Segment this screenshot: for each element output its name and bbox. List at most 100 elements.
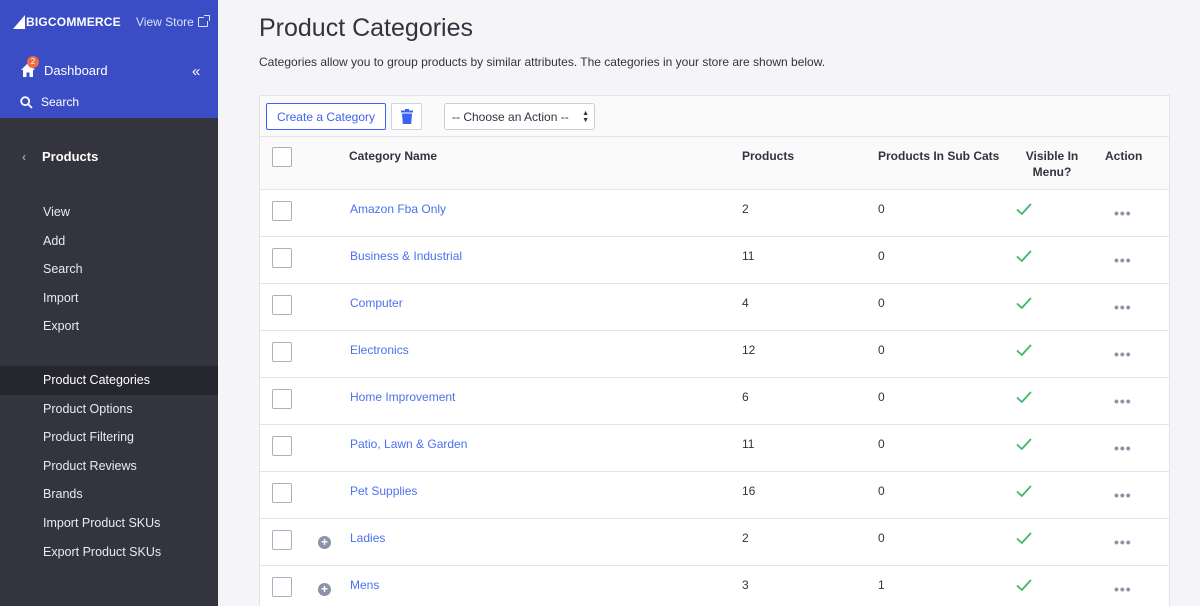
sidebar-sub-item[interactable]: Import xyxy=(0,284,218,313)
sub-cats-count: 0 xyxy=(878,531,885,545)
more-actions-icon[interactable]: ••• xyxy=(1114,393,1132,409)
sidebar-sec-item[interactable]: Product Filtering xyxy=(0,423,218,452)
more-actions-icon[interactable]: ••• xyxy=(1114,252,1132,268)
sidebar-sec-item[interactable]: Product Reviews xyxy=(0,452,218,481)
sidebar-item-search[interactable]: Search xyxy=(20,95,79,109)
products-secondary-menu: Product Categories Product Options Product… xyxy=(0,366,218,566)
more-actions-icon[interactable]: ••• xyxy=(1114,205,1132,221)
visible-check-icon[interactable] xyxy=(1016,438,1032,456)
category-name-link[interactable]: Home Improvement xyxy=(350,390,455,404)
visible-check-icon[interactable] xyxy=(1016,250,1032,268)
sidebar-sub-item[interactable]: View xyxy=(0,198,218,227)
header-products[interactable]: Products xyxy=(742,149,794,163)
category-name-link[interactable]: Computer xyxy=(350,296,403,310)
more-actions-icon[interactable]: ••• xyxy=(1114,299,1132,315)
table-toolbar: Create a Category -- Choose an Action --… xyxy=(260,96,1169,137)
chevron-left-icon: ‹ xyxy=(22,149,26,164)
products-count: 12 xyxy=(742,343,756,357)
header-category-name[interactable]: Category Name xyxy=(349,149,437,163)
sidebar-sub-item[interactable]: Export xyxy=(0,312,218,341)
page-description: Categories allow you to group products b… xyxy=(259,55,826,69)
products-sub-menu: View Add Search Import Export xyxy=(0,198,218,341)
categories-panel: Create a Category -- Choose an Action --… xyxy=(259,95,1170,606)
products-count: 16 xyxy=(742,484,756,498)
search-label: Search xyxy=(41,95,80,109)
row-checkbox[interactable] xyxy=(272,577,292,597)
view-store-link[interactable]: View Store xyxy=(136,15,210,29)
table-row: + Mens 3 1 ••• xyxy=(260,566,1169,606)
visible-check-icon[interactable] xyxy=(1016,203,1032,221)
visible-check-icon[interactable] xyxy=(1016,344,1032,362)
logo-mark-icon xyxy=(13,15,25,29)
delete-button[interactable] xyxy=(391,103,422,130)
sidebar-sub-item[interactable]: Add xyxy=(0,227,218,256)
category-name-link[interactable]: Patio, Lawn & Garden xyxy=(350,437,467,451)
notification-badge: 2 xyxy=(27,56,39,68)
visible-check-icon[interactable] xyxy=(1016,391,1032,409)
table-row: Amazon Fba Only 2 0 ••• xyxy=(260,190,1169,237)
more-actions-icon[interactable]: ••• xyxy=(1114,581,1132,597)
visible-check-icon[interactable] xyxy=(1016,485,1032,503)
table-body: Amazon Fba Only 2 0 ••• Business & Industria… xyxy=(260,190,1169,606)
sidebar-sec-item[interactable]: Import Product SKUs xyxy=(0,509,218,538)
row-checkbox[interactable] xyxy=(272,436,292,456)
row-checkbox[interactable] xyxy=(272,201,292,221)
header-visible-in-menu[interactable]: Visible In Menu? xyxy=(1020,148,1084,180)
home-icon: 2 xyxy=(20,56,39,78)
choose-action-select[interactable]: -- Choose an Action -- ▲ ▼ xyxy=(444,103,595,130)
trash-icon xyxy=(400,109,413,124)
category-name-link[interactable]: Ladies xyxy=(350,531,385,545)
sub-cats-count: 1 xyxy=(878,578,885,592)
sidebar: BIGCOMMERCE View Store 2 Dashboard « Sea… xyxy=(0,0,218,606)
header-products-in-sub-cats[interactable]: Products In Sub Cats xyxy=(878,149,999,163)
expand-plus-icon[interactable]: + xyxy=(318,583,331,596)
products-count: 6 xyxy=(742,390,749,404)
more-actions-icon[interactable]: ••• xyxy=(1114,346,1132,362)
row-checkbox[interactable] xyxy=(272,248,292,268)
category-name-link[interactable]: Electronics xyxy=(350,343,409,357)
sidebar-products-back[interactable]: ‹ Products xyxy=(22,149,98,164)
row-checkbox[interactable] xyxy=(272,295,292,315)
main-content: Product Categories Categories allow you … xyxy=(218,0,1200,606)
external-link-icon xyxy=(197,15,210,27)
category-name-link[interactable]: Business & Industrial xyxy=(350,249,462,263)
products-count: 11 xyxy=(742,249,755,263)
products-count: 2 xyxy=(742,202,749,216)
sidebar-sec-item[interactable]: Brands xyxy=(0,480,218,509)
expand-plus-icon[interactable]: + xyxy=(318,536,331,549)
more-actions-icon[interactable]: ••• xyxy=(1114,534,1132,550)
row-checkbox[interactable] xyxy=(272,530,292,550)
sub-cats-count: 0 xyxy=(878,202,885,216)
category-name-link[interactable]: Amazon Fba Only xyxy=(350,202,446,216)
table-row: Home Improvement 6 0 ••• xyxy=(260,378,1169,425)
row-checkbox[interactable] xyxy=(272,389,292,409)
visible-check-icon[interactable] xyxy=(1016,579,1032,597)
products-count: 3 xyxy=(742,578,749,592)
sub-cats-count: 0 xyxy=(878,484,885,498)
sidebar-sec-item[interactable]: Export Product SKUs xyxy=(0,538,218,567)
create-category-button[interactable]: Create a Category xyxy=(266,103,386,130)
row-checkbox[interactable] xyxy=(272,483,292,503)
select-arrows-icon: ▲ ▼ xyxy=(582,110,589,124)
sidebar-sec-item[interactable]: Product Categories xyxy=(0,366,218,395)
sidebar-header: BIGCOMMERCE View Store 2 Dashboard « Sea… xyxy=(0,0,218,118)
select-all-checkbox[interactable] xyxy=(272,147,292,167)
table-row: Business & Industrial 11 0 ••• xyxy=(260,237,1169,284)
category-name-link[interactable]: Mens xyxy=(350,578,379,592)
more-actions-icon[interactable]: ••• xyxy=(1114,440,1132,456)
sidebar-sub-item[interactable]: Search xyxy=(0,255,218,284)
bigcommerce-logo[interactable]: BIGCOMMERCE xyxy=(12,14,121,32)
products-count: 4 xyxy=(742,296,749,310)
row-checkbox[interactable] xyxy=(272,342,292,362)
table-row: Computer 4 0 ••• xyxy=(260,284,1169,331)
table-row: Electronics 12 0 ••• xyxy=(260,331,1169,378)
visible-check-icon[interactable] xyxy=(1016,532,1032,550)
table-row: + Ladies 2 0 ••• xyxy=(260,519,1169,566)
collapse-sidebar-icon[interactable]: « xyxy=(192,63,200,80)
sidebar-item-dashboard[interactable]: 2 Dashboard xyxy=(20,56,108,78)
category-name-link[interactable]: Pet Supplies xyxy=(350,484,417,498)
more-actions-icon[interactable]: ••• xyxy=(1114,487,1132,503)
sidebar-sec-item[interactable]: Product Options xyxy=(0,395,218,424)
logo-text: BIGCOMMERCE xyxy=(26,15,121,29)
visible-check-icon[interactable] xyxy=(1016,297,1032,315)
